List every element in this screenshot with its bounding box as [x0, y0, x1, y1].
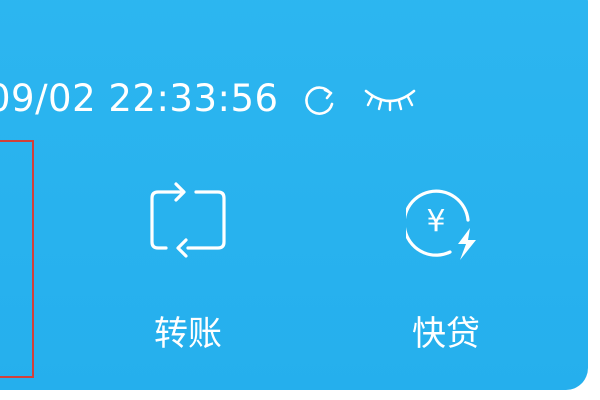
transfer-icon: [150, 182, 226, 258]
yen-symbol: ¥: [426, 204, 445, 239]
yen-bolt-icon: ¥: [406, 189, 476, 260]
update-timestamp: 09/02 22:33:56: [0, 77, 279, 120]
refresh-icon[interactable]: [300, 82, 338, 120]
transfer-button[interactable]: 转账: [118, 182, 258, 372]
screen: 09/02 22:33:56 转账 ¥ 快贷: [0, 0, 600, 400]
eye-closed-icon[interactable]: [360, 83, 420, 113]
quick-loan-button[interactable]: ¥ 快贷: [376, 182, 516, 372]
highlight-frame: [0, 140, 34, 378]
quick-loan-label: 快贷: [412, 314, 480, 354]
transfer-label: 转账: [154, 314, 222, 354]
